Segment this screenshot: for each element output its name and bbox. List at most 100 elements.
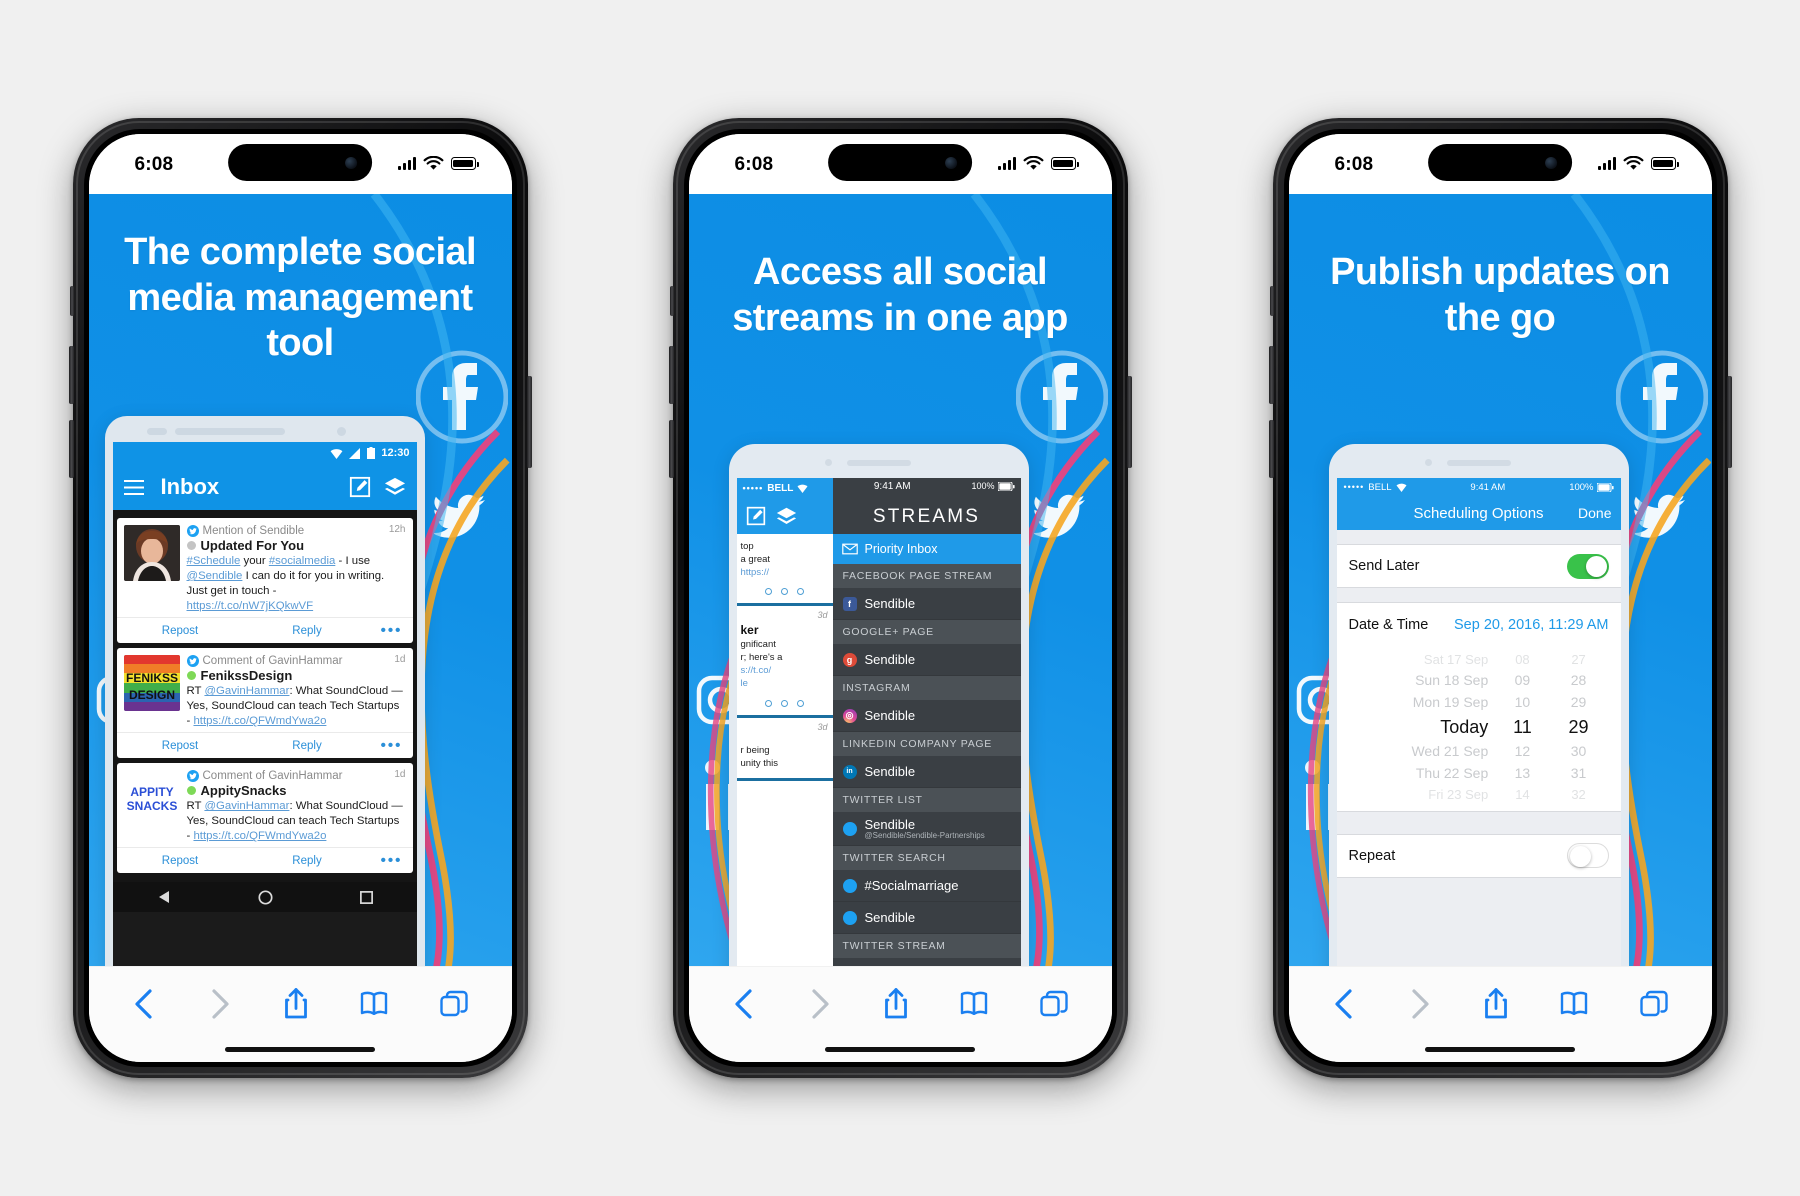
back-icon[interactable] xyxy=(731,988,757,1020)
share-icon[interactable] xyxy=(282,987,310,1021)
forward-icon[interactable] xyxy=(807,988,833,1020)
book-icon[interactable] xyxy=(359,989,389,1019)
compose-icon[interactable] xyxy=(349,476,371,498)
stream-item[interactable]: Sendible @Sendible/Sendible-Partnerships xyxy=(832,812,1021,846)
book-icon[interactable] xyxy=(1559,989,1589,1019)
repeat-label: Repeat xyxy=(1348,847,1396,864)
picker-row[interactable]: Sun 18 Sep 09 28 xyxy=(1337,670,1621,692)
tabs-icon[interactable] xyxy=(1639,989,1669,1019)
power-button[interactable] xyxy=(1126,376,1132,468)
reply-button[interactable]: Reply xyxy=(244,625,371,637)
volume-up-button[interactable] xyxy=(68,346,74,404)
url-link[interactable]: https://t.co/nW7jKQkwVF xyxy=(187,600,314,612)
mention-link[interactable]: @GavinHammar xyxy=(204,685,289,697)
power-button[interactable] xyxy=(1726,376,1732,468)
stream-item[interactable]: f Sendible xyxy=(832,588,1021,620)
picker-row[interactable]: Wed 21 Sep 12 30 xyxy=(1337,741,1621,763)
mention-link[interactable]: @Sendible xyxy=(187,570,243,582)
stream-item-name: #Socialmarriage xyxy=(864,878,959,893)
back-nav-icon[interactable] xyxy=(156,889,172,905)
send-later-toggle[interactable] xyxy=(1566,553,1609,579)
picker-row-selected[interactable]: Today 11 29 xyxy=(1337,714,1621,742)
send-later-row[interactable]: Send Later xyxy=(1336,544,1621,588)
volume-down-button[interactable] xyxy=(68,420,74,478)
picker-row[interactable]: Mon 19 Sep 10 29 xyxy=(1337,692,1621,714)
stream-item[interactable]: g Sendible xyxy=(832,644,1021,676)
url-link[interactable]: s://t.co/le xyxy=(741,665,772,689)
volume-up-button[interactable] xyxy=(668,346,674,404)
card-source: Comment of GavinHammar xyxy=(186,655,406,668)
picker-row[interactable]: Sat 17 Sep 08 27 xyxy=(1337,650,1621,670)
layers-icon[interactable] xyxy=(384,476,406,498)
carrier-info: ••••• BELL xyxy=(1344,482,1407,493)
stream-item-name: Sendible xyxy=(864,764,916,779)
stream-priority-inbox[interactable]: Priority Inbox xyxy=(832,534,1021,564)
stream-item[interactable]: ◎ Sendible xyxy=(832,700,1021,732)
url-link[interactable]: https:// xyxy=(741,567,770,578)
repost-button[interactable]: Repost xyxy=(117,740,244,752)
inbox-card[interactable]: 12h Mention of Sendible Updated For You … xyxy=(116,518,413,644)
stream-item[interactable]: in Sendible xyxy=(832,756,1021,788)
feed-card[interactable]: top a great https:// xyxy=(736,534,833,607)
wifi-icon xyxy=(1023,156,1043,170)
share-icon[interactable] xyxy=(882,987,910,1021)
date-time-row[interactable]: Date & Time Sep 20, 2016, 11:29 AM xyxy=(1336,602,1621,646)
repeat-row[interactable]: Repeat xyxy=(1336,833,1621,878)
home-nav-icon[interactable] xyxy=(257,890,273,905)
tabs-icon[interactable] xyxy=(1039,989,1069,1019)
cellular-bars-icon xyxy=(997,157,1016,170)
forward-icon[interactable] xyxy=(207,988,233,1020)
home-indicator xyxy=(1425,1047,1575,1052)
picker-row[interactable]: Thu 22 Sep 13 31 xyxy=(1337,763,1621,785)
share-icon[interactable] xyxy=(1482,987,1510,1021)
stream-item[interactable]: Sendible xyxy=(832,902,1021,934)
repost-button[interactable]: Repost xyxy=(117,625,244,637)
svg-text:SNACKS: SNACKS xyxy=(126,799,177,813)
forward-icon[interactable] xyxy=(1407,988,1433,1020)
url-link[interactable]: https://t.co/QFWmdYwa2o xyxy=(193,830,326,842)
recents-nav-icon[interactable] xyxy=(359,890,374,905)
power-button[interactable] xyxy=(526,376,532,468)
picker-row[interactable]: Fri 23 Sep 14 32 xyxy=(1337,785,1621,805)
feed-card[interactable]: 3d r being unity this xyxy=(736,717,833,782)
hashtag-link[interactable]: #Schedule xyxy=(187,555,241,567)
volume-down-button[interactable] xyxy=(668,420,674,478)
mention-link[interactable]: @GavinHammar xyxy=(204,800,289,812)
silent-switch[interactable] xyxy=(1269,286,1274,316)
date-time-picker[interactable]: Sat 17 Sep 08 27 Sun 18 Sep 09 28 Mon 19… xyxy=(1336,646,1621,812)
volume-up-button[interactable] xyxy=(1268,346,1274,404)
more-options-button[interactable]: ••• xyxy=(371,852,413,869)
done-button[interactable]: Done xyxy=(1578,505,1611,521)
date-time-value[interactable]: Sep 20, 2016, 11:29 AM xyxy=(1454,617,1609,633)
reply-button[interactable]: Reply xyxy=(244,740,371,752)
hashtag-link[interactable]: #socialmedia xyxy=(269,555,335,567)
tabs-icon[interactable] xyxy=(439,989,469,1019)
more-options-button[interactable]: ••• xyxy=(371,737,413,754)
back-icon[interactable] xyxy=(131,988,157,1020)
streams-feed-column[interactable]: ••••• BELL top a great https:// 3d ker g… xyxy=(736,478,833,966)
repost-button[interactable]: Repost xyxy=(117,855,244,867)
streams-list-column[interactable]: 9:41 AM 100% STREAMS Priority Inbox FACE… xyxy=(832,478,1021,966)
inbox-card[interactable]: FENIKSS DESIGN 1d Comment of GavinHammar… xyxy=(116,648,413,759)
silent-switch[interactable] xyxy=(69,286,74,316)
hamburger-menu-icon[interactable] xyxy=(123,479,144,495)
feed-card-age: 3d xyxy=(817,721,828,732)
inbox-card[interactable]: APPITY SNACKS 1d Comment of GavinHammar … xyxy=(116,763,413,874)
stream-item[interactable]: #Socialmarriage xyxy=(832,870,1021,902)
inbox-card-list[interactable]: 12h Mention of Sendible Updated For You … xyxy=(112,510,417,883)
volume-down-button[interactable] xyxy=(1268,420,1274,478)
feed-card[interactable]: 3d ker gnificant r; here's a s://t.co/le xyxy=(736,606,833,718)
feed-card-text: gnificant r; here's a s://t.co/le xyxy=(740,639,783,689)
reply-button[interactable]: Reply xyxy=(244,855,371,867)
book-icon[interactable] xyxy=(959,989,989,1019)
more-options-button[interactable]: ••• xyxy=(371,622,413,639)
url-link[interactable]: https://t.co/QFWmdYwa2o xyxy=(193,715,326,727)
repeat-toggle[interactable] xyxy=(1566,843,1609,869)
layers-icon[interactable] xyxy=(776,506,797,527)
feed-card-pager[interactable] xyxy=(741,699,829,707)
back-icon[interactable] xyxy=(1331,988,1357,1020)
compose-icon[interactable] xyxy=(746,506,766,526)
silent-switch[interactable] xyxy=(669,286,674,316)
streams-screen: ••••• BELL top a great https:// 3d ker g… xyxy=(736,478,1021,966)
feed-card-pager[interactable] xyxy=(741,588,829,596)
